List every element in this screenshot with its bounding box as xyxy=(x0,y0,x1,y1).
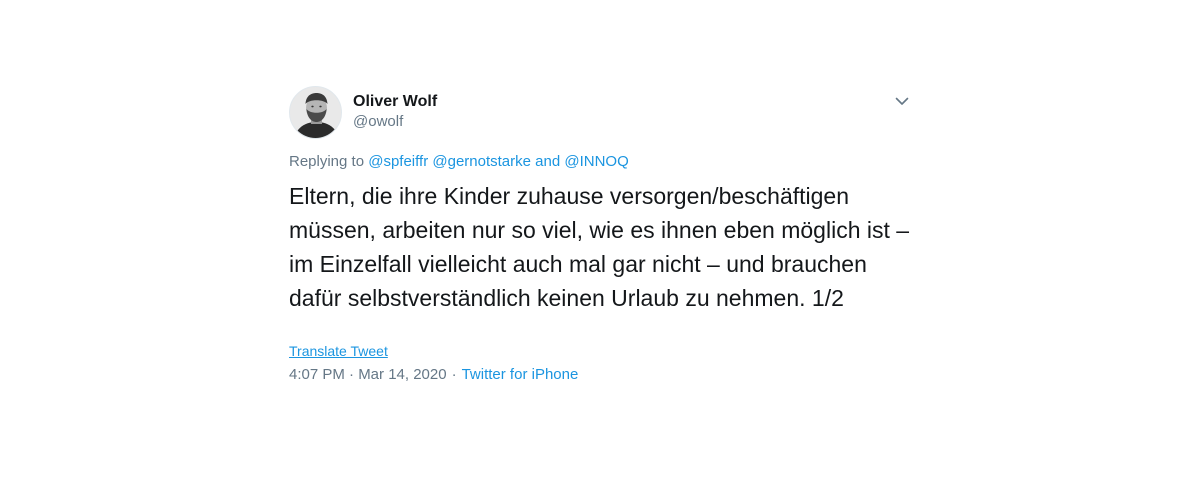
avatar[interactable] xyxy=(289,86,342,139)
tweet-card: Oliver Wolf @owolf Replying to @spfeiffr… xyxy=(289,86,914,385)
mention-link[interactable]: @spfeiffr xyxy=(368,153,428,170)
reply-conjunction: and xyxy=(535,153,561,170)
author-display-name[interactable]: Oliver Wolf xyxy=(353,92,437,112)
avatar-photo xyxy=(290,87,341,138)
mention-link[interactable]: @INNOQ xyxy=(564,153,628,170)
mention-link[interactable]: @gernotstarke xyxy=(432,153,531,170)
tweet-text: Eltern, die ihre Kinder zuhause versorge… xyxy=(289,183,910,311)
chevron-down-icon[interactable] xyxy=(893,92,911,110)
meta-separator: · xyxy=(451,366,457,383)
tweet-timestamp[interactable]: 4:07 PM · Mar 14, 2020 xyxy=(289,366,447,383)
author-handle[interactable]: @owolf xyxy=(353,112,437,132)
author-names: Oliver Wolf @owolf xyxy=(353,92,437,132)
reply-prefix: Replying to xyxy=(289,153,365,170)
tweet-source-link[interactable]: Twitter for iPhone xyxy=(462,366,579,383)
reply-context: Replying to @spfeiffr @gernotstarke and … xyxy=(289,152,914,172)
tweet-header: Oliver Wolf @owolf xyxy=(289,86,914,142)
tweet-meta: 4:07 PM · Mar 14, 2020 · Twitter for iPhon… xyxy=(289,365,914,385)
translate-tweet-link[interactable]: Translate Tweet xyxy=(289,343,388,359)
